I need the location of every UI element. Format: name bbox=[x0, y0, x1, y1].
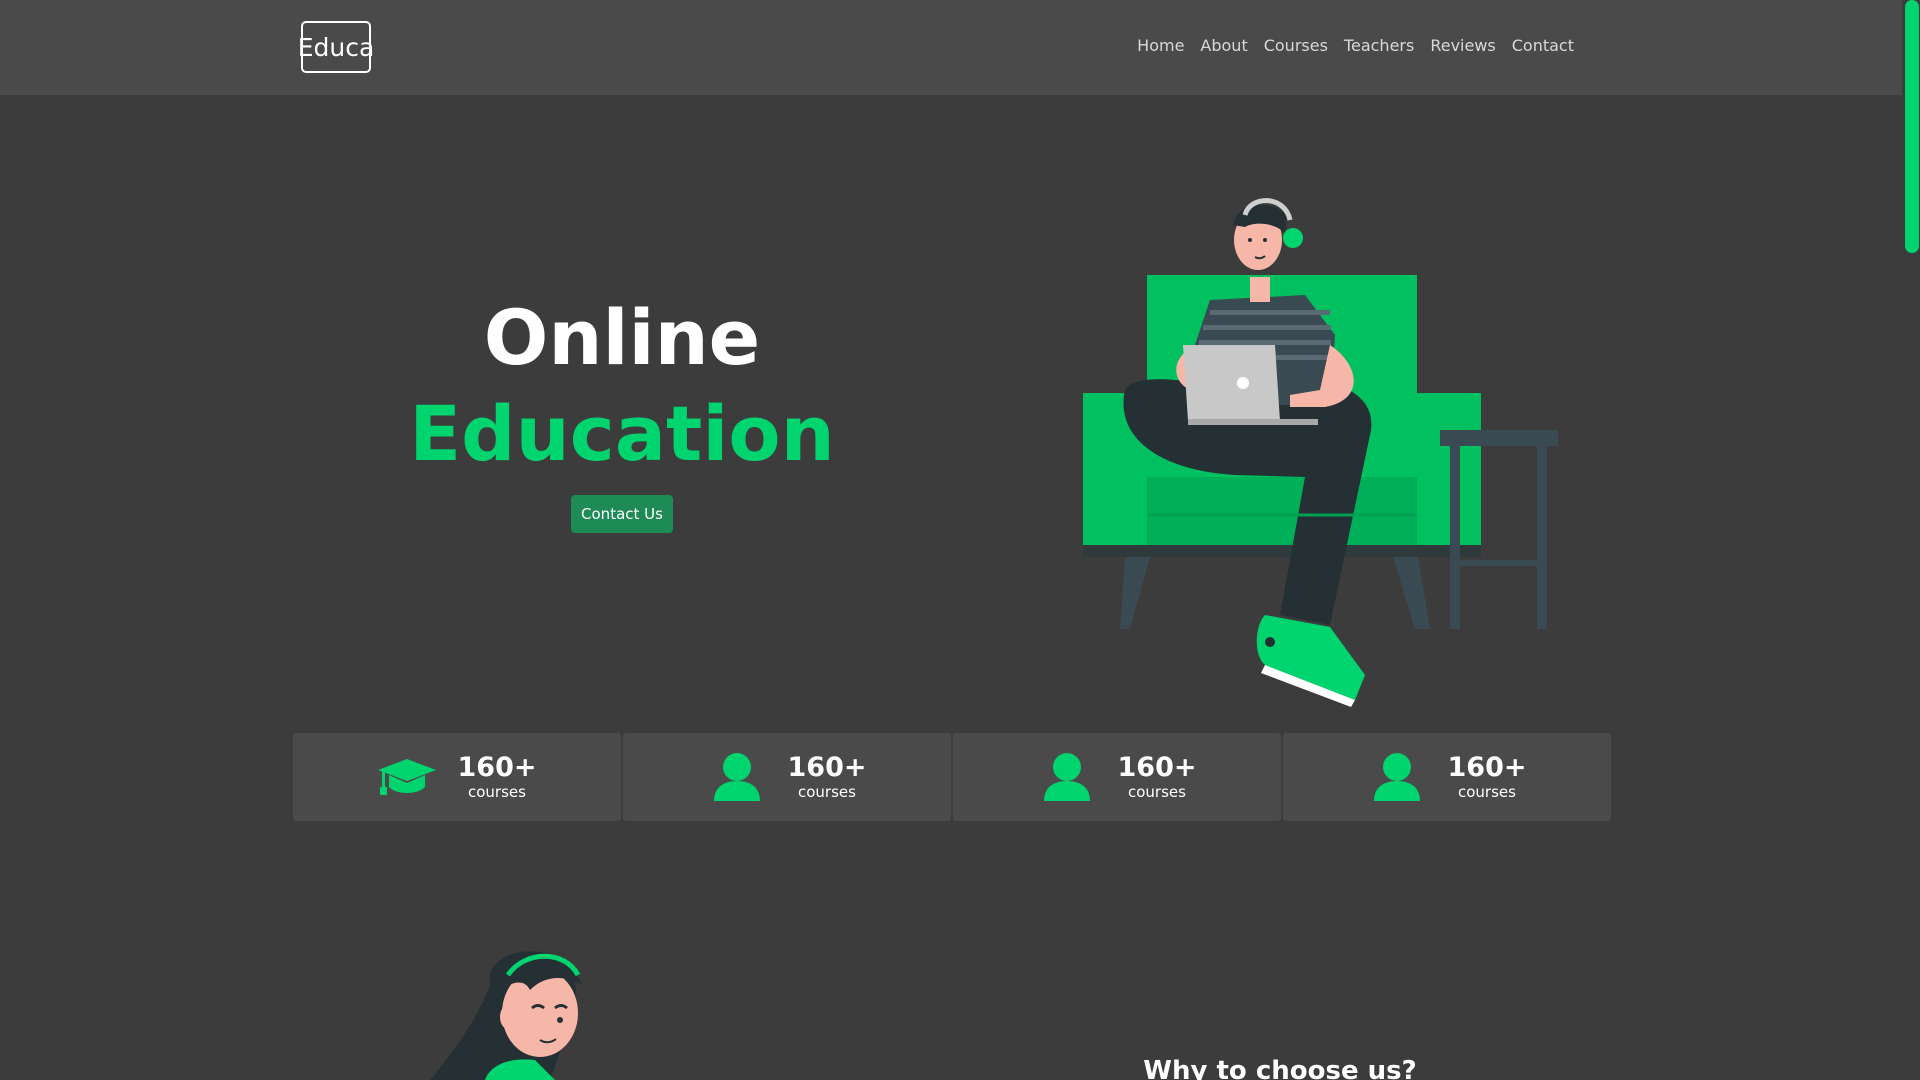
nav-about[interactable]: About bbox=[1200, 36, 1247, 55]
student-illustration bbox=[430, 951, 582, 1080]
stats-row: 160+ courses 160+ courses 160+ courses 1… bbox=[293, 733, 1611, 821]
user-icon bbox=[708, 753, 766, 801]
nav-reviews[interactable]: Reviews bbox=[1430, 36, 1495, 55]
nav-courses[interactable]: Courses bbox=[1264, 36, 1328, 55]
user-icon bbox=[1038, 753, 1096, 801]
nav-contact[interactable]: Contact bbox=[1512, 36, 1574, 55]
stat-value: 160+ bbox=[787, 752, 867, 783]
section-title: Why to choose us? bbox=[1143, 1056, 1417, 1080]
stat-card: 160+ courses bbox=[953, 733, 1281, 821]
site-header: Educa Home About Courses Teachers Review… bbox=[0, 0, 1902, 95]
stat-label: courses bbox=[1458, 783, 1516, 801]
graduation-cap-icon bbox=[377, 753, 436, 801]
site-logo[interactable]: Educa bbox=[298, 21, 374, 73]
stat-value: 160+ bbox=[1447, 752, 1527, 783]
stat-card: 160+ courses bbox=[293, 733, 621, 821]
stat-card: 160+ courses bbox=[1283, 733, 1611, 821]
main-nav: Home About Courses Teachers Reviews Cont… bbox=[1137, 36, 1574, 55]
stat-card: 160+ courses bbox=[623, 733, 951, 821]
contact-us-button[interactable]: Contact Us bbox=[571, 495, 673, 533]
scrollbar[interactable] bbox=[1902, 0, 1920, 1080]
hero-title-line2: Education bbox=[409, 389, 835, 478]
stat-text: 160+ courses bbox=[788, 754, 867, 800]
stat-label: courses bbox=[798, 783, 856, 801]
nav-teachers[interactable]: Teachers bbox=[1344, 36, 1414, 55]
stat-text: 160+ courses bbox=[1448, 754, 1527, 800]
stat-text: 160+ courses bbox=[1118, 754, 1197, 800]
stat-label: courses bbox=[468, 783, 526, 801]
nav-home[interactable]: Home bbox=[1137, 36, 1184, 55]
page: Educa Home About Courses Teachers Review… bbox=[0, 0, 1920, 1080]
hero-heading: Online Education bbox=[380, 300, 864, 472]
hero-illustration bbox=[1083, 198, 1558, 707]
stat-text: 160+ courses bbox=[458, 754, 537, 800]
user-icon bbox=[1368, 753, 1426, 801]
stat-label: courses bbox=[1128, 783, 1186, 801]
hero-title-line1: Online bbox=[483, 293, 761, 382]
stat-value: 160+ bbox=[1117, 752, 1197, 783]
scrollbar-thumb[interactable] bbox=[1905, 0, 1919, 253]
stat-value: 160+ bbox=[457, 752, 537, 783]
